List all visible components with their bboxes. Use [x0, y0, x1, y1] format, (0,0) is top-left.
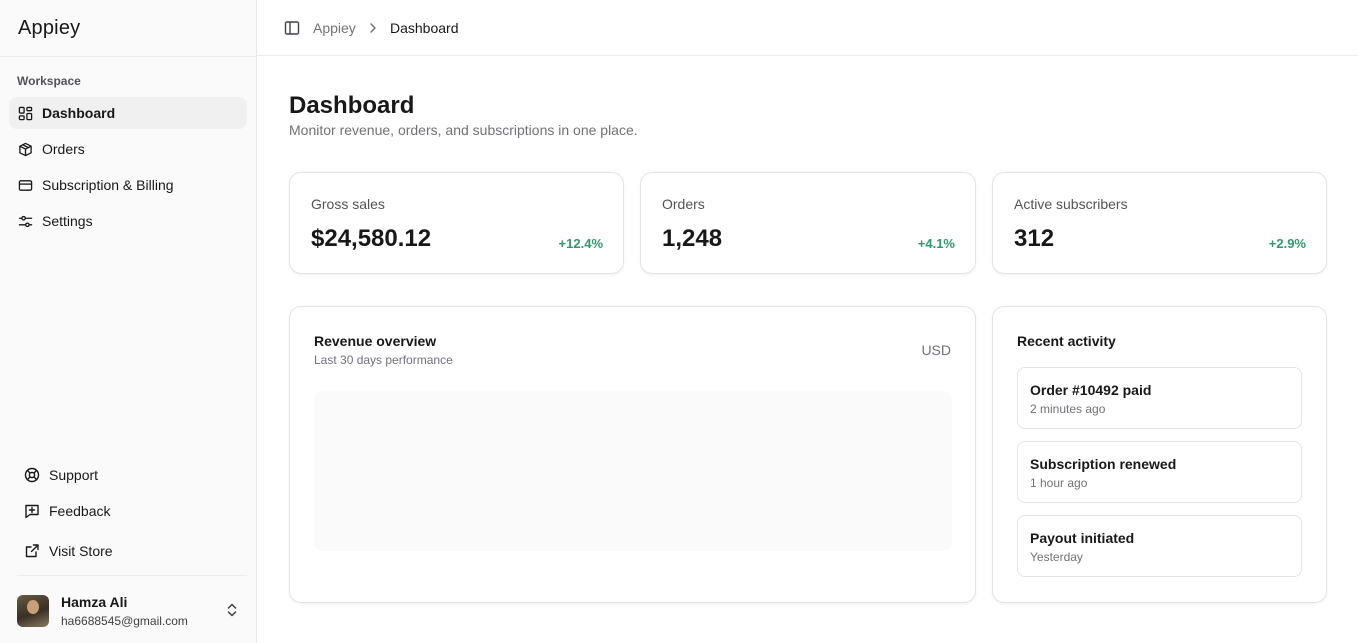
activity-item[interactable]: Payout initiated Yesterday	[1017, 515, 1302, 577]
activity-item[interactable]: Order #10492 paid 2 minutes ago	[1017, 367, 1302, 429]
stat-delta: +2.9%	[1268, 236, 1306, 251]
sidebar-item-label: Dashboard	[42, 105, 116, 121]
stat-label: Active subscribers	[1014, 196, 1128, 212]
sidebar-item-orders[interactable]: Orders	[9, 133, 247, 165]
revenue-overview-card: Revenue overview Last 30 days performanc…	[289, 306, 976, 603]
activity-item-time: Yesterday	[1030, 550, 1083, 564]
section-label-workspace: Workspace	[17, 74, 81, 88]
recent-activity-card: Recent activity Order #10492 paid 2 minu…	[992, 306, 1327, 603]
user-menu[interactable]: Hamza Ali ha6688545@gmail.com	[17, 593, 247, 629]
visit-store-label: Visit Store	[49, 543, 113, 559]
support-link[interactable]: Support	[17, 460, 247, 490]
user-name: Hamza Ali	[61, 593, 128, 610]
stat-value: 312	[1014, 225, 1055, 252]
revenue-currency: USD	[921, 342, 951, 358]
activity-title: Recent activity	[1017, 333, 1116, 349]
feedback-label: Feedback	[49, 503, 111, 519]
sidebar-divider	[0, 56, 256, 57]
breadcrumb-appiey[interactable]: Appiey	[313, 20, 356, 36]
stat-card-gross-sales: Gross sales $24,580.12 +12.4%	[289, 172, 624, 274]
revenue-subtitle: Last 30 days performance	[314, 353, 453, 367]
user-email: ha6688545@gmail.com	[61, 613, 188, 628]
sidebar-item-subscription-billing[interactable]: Subscription & Billing	[9, 169, 247, 201]
stat-delta: +12.4%	[558, 236, 603, 251]
sidebar-divider	[17, 575, 247, 576]
activity-item-time: 2 minutes ago	[1030, 402, 1106, 416]
message-plus-icon	[25, 504, 39, 519]
avatar	[17, 595, 49, 627]
dashboard-icon	[17, 105, 33, 121]
chevrons-up-down-icon	[227, 603, 237, 617]
sidebar-item-label: Subscription & Billing	[42, 177, 174, 193]
sidebar-item-dashboard[interactable]: Dashboard	[9, 97, 247, 129]
activity-item[interactable]: Subscription renewed 1 hour ago	[1017, 441, 1302, 503]
sidebar-toggle-icon[interactable]	[284, 20, 300, 36]
stat-value: 1,248	[662, 225, 723, 252]
sliders-icon	[17, 213, 33, 229]
external-link-icon	[25, 544, 39, 558]
sidebar: Appiey Workspace Dashboard Orders Subscr…	[0, 0, 257, 643]
activity-item-title: Subscription renewed	[1030, 456, 1177, 472]
stat-label: Orders	[662, 196, 705, 212]
revenue-chart-placeholder	[314, 391, 952, 551]
activity-item-title: Order #10492 paid	[1030, 382, 1152, 398]
stat-card-active-subscribers: Active subscribers 312 +2.9%	[992, 172, 1327, 274]
life-buoy-icon	[24, 467, 40, 483]
breadcrumb-dashboard: Dashboard	[390, 20, 459, 36]
stat-delta: +4.1%	[917, 236, 955, 251]
stat-value: $24,580.12	[311, 225, 432, 252]
sidebar-item-label: Settings	[42, 213, 93, 229]
sidebar-item-settings[interactable]: Settings	[9, 205, 247, 237]
activity-item-time: 1 hour ago	[1030, 476, 1088, 490]
page-title: Dashboard	[289, 92, 415, 119]
chevron-right-icon	[370, 23, 376, 33]
feedback-link[interactable]: Feedback	[17, 496, 247, 526]
credit-card-icon	[17, 177, 33, 193]
revenue-title: Revenue overview	[314, 333, 437, 349]
top-bar: Appiey Dashboard	[257, 0, 1358, 56]
activity-item-title: Payout initiated	[1030, 530, 1135, 546]
box-icon	[17, 141, 33, 157]
visit-store-link[interactable]: Visit Store	[17, 536, 247, 566]
support-label: Support	[49, 467, 99, 483]
sidebar-item-label: Orders	[42, 141, 85, 157]
stat-label: Gross sales	[311, 196, 385, 212]
app-logo[interactable]: Appiey	[18, 17, 80, 40]
stat-card-orders: Orders 1,248 +4.1%	[640, 172, 976, 274]
page-subtitle: Monitor revenue, orders, and subscriptio…	[289, 122, 638, 138]
